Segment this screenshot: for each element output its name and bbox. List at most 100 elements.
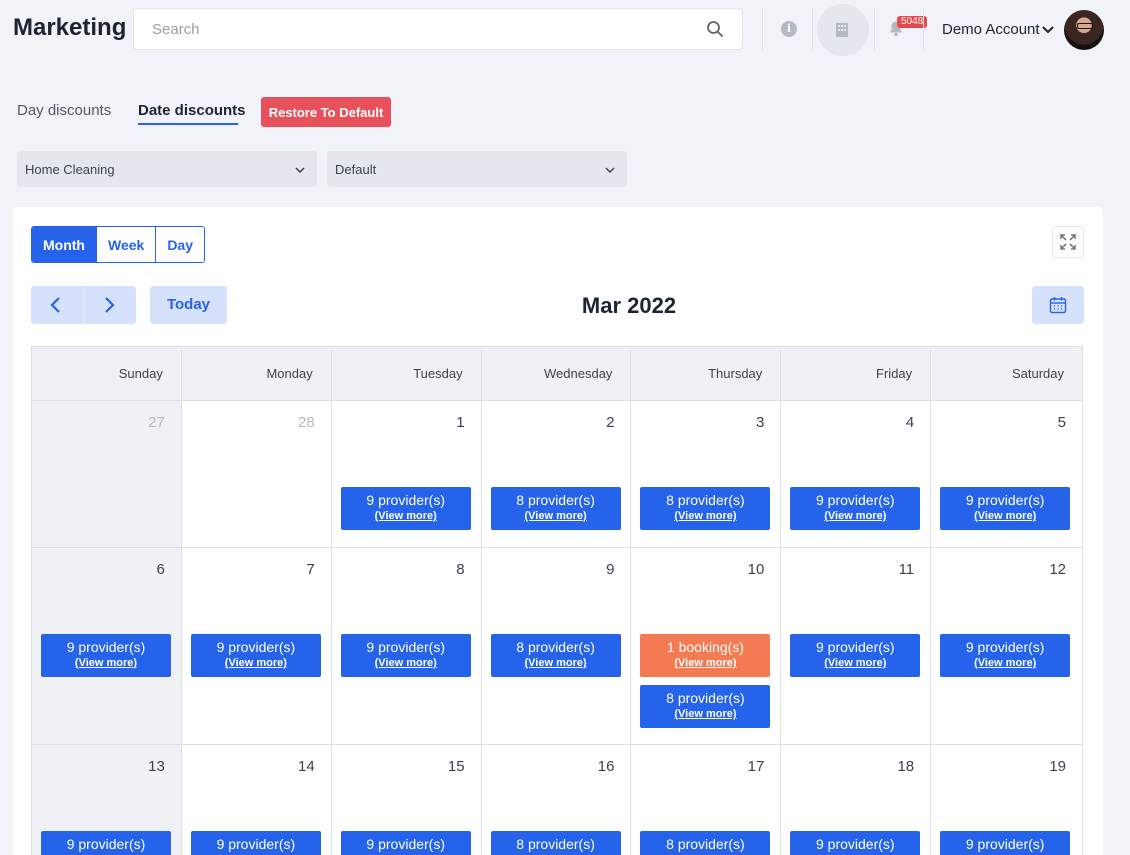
provider-event[interactable]: 9 provider(s)(View more) — [41, 831, 171, 855]
view-more-link[interactable]: (View more) — [940, 657, 1070, 669]
calendar-card: Month Week Day Today Mar 2022 Sunday Mond — [13, 207, 1103, 855]
provider-event[interactable]: 8 provider(s)(View more) — [490, 634, 621, 677]
provider-event[interactable]: 9 provider(s)(View more) — [190, 831, 321, 855]
search-box[interactable] — [133, 8, 743, 50]
day-cell[interactable]: 8 9 provider(s) (View more) — [331, 548, 482, 745]
day-cell[interactable]: 9 8 provider(s) (View more) — [481, 548, 632, 745]
provider-event[interactable]: 9 provider(s)(View more) — [790, 487, 921, 530]
variant-select[interactable]: Default — [327, 151, 627, 187]
search-input[interactable] — [152, 9, 692, 49]
day-number: 17 — [747, 758, 765, 775]
view-more-link[interactable]: (View more) — [640, 708, 770, 720]
day-number: 5 — [1057, 414, 1067, 431]
provider-event[interactable]: 9 provider(s) (View more) — [340, 487, 471, 530]
day-cell[interactable]: 10 1 booking(s) (View more) 8 provider(s) (V… — [631, 548, 782, 745]
expand-icon — [1060, 234, 1076, 250]
view-more-link[interactable]: (View more) — [790, 657, 920, 669]
day-cell[interactable]: 4 9 provider(s) (View more) — [781, 401, 932, 548]
provider-event[interactable]: 9 provider(s)(View more) — [940, 831, 1071, 855]
weekday-header: Saturday — [931, 347, 1084, 401]
provider-event[interactable]: 8 provider(s)(View more) — [490, 831, 621, 855]
chevron-down-icon — [295, 167, 305, 173]
tab-day-discounts[interactable]: Day discounts — [17, 102, 111, 119]
view-more-link[interactable]: (View more) — [940, 510, 1070, 522]
view-more-link[interactable]: (View more) — [640, 657, 770, 669]
weekday-label: Monday — [266, 366, 313, 381]
weekday-header: Friday — [781, 347, 932, 401]
day-cell[interactable]: 1 9 provider(s) (View more) — [331, 401, 482, 548]
event-label: 9 provider(s) — [66, 836, 146, 852]
day-number: 9 — [606, 561, 615, 578]
day-cell[interactable]: 18 9 provider(s)(View more) — [781, 745, 932, 855]
view-week-button[interactable]: Week — [96, 227, 157, 262]
day-cell[interactable]: 19 9 provider(s)(View more) — [931, 745, 1084, 855]
day-cell[interactable]: 13 9 provider(s)(View more) — [32, 745, 182, 855]
day-number: 3 — [755, 414, 765, 431]
day-cell[interactable]: 28 — [181, 401, 332, 548]
provider-event[interactable]: 9 provider(s)(View more) — [940, 634, 1071, 677]
info-icon[interactable]: i — [781, 21, 797, 37]
view-more-link[interactable]: (View more) — [341, 510, 471, 522]
view-more-link[interactable]: (View more) — [640, 510, 770, 522]
day-cell[interactable]: 2 8 provider(s) (View more) — [481, 401, 632, 548]
fullscreen-button[interactable] — [1052, 226, 1084, 258]
day-cell[interactable]: 16 8 provider(s)(View more) — [482, 745, 632, 855]
service-select[interactable]: Home Cleaning — [17, 151, 317, 187]
day-cell[interactable]: 17 8 provider(s)(View more) — [631, 745, 782, 855]
provider-event[interactable]: 9 provider(s)(View more) — [340, 831, 471, 855]
restore-default-button[interactable]: Restore To Default — [261, 97, 391, 127]
provider-event[interactable]: 9 provider(s)(View more) — [340, 634, 471, 677]
chevron-down-icon[interactable] — [1042, 26, 1054, 34]
provider-event[interactable]: 8 provider(s)(View more) — [640, 685, 771, 728]
day-cell[interactable]: 11 9 provider(s) (View more) — [781, 548, 932, 745]
booking-event[interactable]: 1 booking(s) (View more) — [640, 634, 771, 677]
view-day-button[interactable]: Day — [156, 227, 204, 262]
day-number: 6 — [156, 561, 165, 578]
header-divider — [874, 8, 875, 50]
provider-event[interactable]: 9 provider(s)(View more) — [790, 831, 921, 855]
calendar-shortcut-button[interactable] — [817, 4, 869, 56]
provider-event[interactable]: 9 provider(s)(View more) — [790, 634, 921, 677]
provider-event[interactable]: 8 provider(s)(View more) — [640, 487, 771, 530]
view-month-button[interactable]: Month — [32, 227, 97, 262]
calendar-week-row: 6 9 provider(s) (View more) 7 9 provider(s) (… — [32, 548, 1084, 745]
view-more-link[interactable]: (View more) — [491, 510, 621, 522]
weekday-label: Saturday — [1011, 366, 1065, 381]
day-number: 28 — [298, 414, 315, 431]
day-cell[interactable]: 3 8 provider(s) (View more) — [631, 401, 782, 548]
provider-event[interactable]: 9 provider(s)(View more) — [190, 634, 321, 677]
day-cell[interactable]: 27 — [32, 401, 182, 548]
day-number: 1 — [456, 414, 465, 431]
day-cell[interactable]: 6 9 provider(s) (View more) — [32, 548, 182, 745]
day-number: 18 — [897, 758, 915, 775]
account-name[interactable]: Demo Account — [942, 21, 1040, 38]
view-more-link[interactable]: (View more) — [790, 510, 920, 522]
day-cell[interactable]: 7 9 provider(s) (View more) — [181, 548, 332, 745]
day-cell[interactable]: 5 9 provider(s) (View more) — [931, 401, 1084, 548]
weekday-label: Thursday — [708, 366, 763, 381]
day-cell[interactable]: 14 9 provider(s)(View more) — [182, 745, 332, 855]
avatar[interactable] — [1064, 10, 1104, 50]
service-select-value: Home Cleaning — [25, 162, 115, 177]
view-more-link[interactable]: (View more) — [491, 657, 621, 669]
header-divider — [762, 8, 763, 50]
provider-event[interactable]: 8 provider(s)(View more) — [490, 487, 621, 530]
event-label: 8 provider(s) — [666, 836, 745, 852]
day-number: 13 — [148, 758, 165, 775]
event-label: 9 provider(s) — [366, 492, 446, 508]
event-label: 9 provider(s) — [366, 836, 446, 852]
day-number: 19 — [1049, 758, 1067, 775]
view-more-link[interactable]: (View more) — [341, 657, 471, 669]
tab-date-discounts[interactable]: Date discounts — [138, 102, 246, 119]
provider-event[interactable]: 8 provider(s)(View more) — [640, 831, 771, 855]
day-cell[interactable]: 15 9 provider(s)(View more) — [332, 745, 482, 855]
view-more-link[interactable]: (View more) — [41, 657, 171, 669]
weekday-label: Tuesday — [413, 366, 463, 381]
event-label: 9 provider(s) — [216, 836, 296, 852]
view-more-link[interactable]: (View more) — [191, 657, 321, 669]
provider-event[interactable]: 9 provider(s)(View more) — [41, 634, 171, 677]
provider-event[interactable]: 9 provider(s)(View more) — [940, 487, 1071, 530]
date-picker-button[interactable] — [1032, 286, 1084, 324]
day-cell[interactable]: 12 9 provider(s) (View more) — [931, 548, 1084, 745]
search-icon[interactable] — [706, 20, 724, 38]
